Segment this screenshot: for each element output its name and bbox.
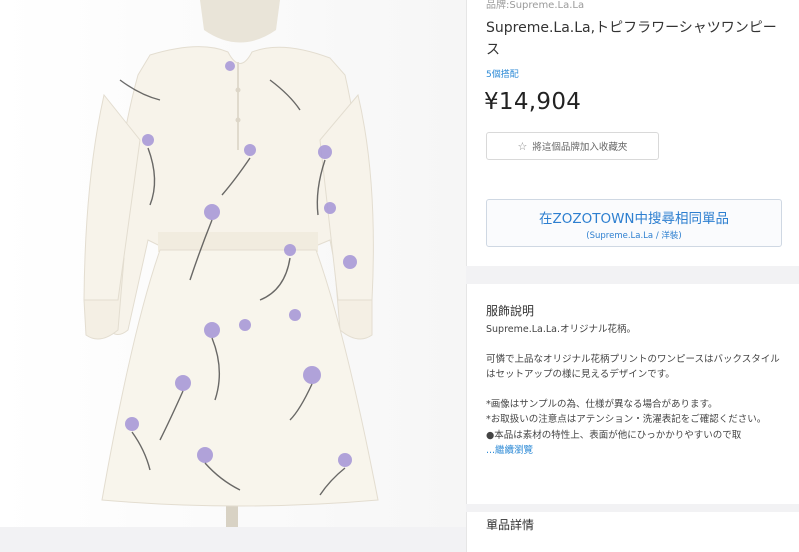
coordinate-link[interactable]: 5個搭配 <box>486 67 519 80</box>
description-body: Supreme.La.La.オリジナル花柄。 可憐で上品なオリジナル花柄プリント… <box>486 322 786 459</box>
product-summary-card: 品牌:Supreme.La.La Supreme.La.La,トピフラワーシャツ… <box>466 0 799 266</box>
favorite-brand-button[interactable]: ☆ 將這個品牌加入收藏夾 <box>486 132 659 160</box>
dress-illustration <box>0 0 466 527</box>
description-note: *画像はサンプルの為、仕様が異なる場合があります。 <box>486 398 718 410</box>
description-note: *お取扱いの注意点はアテンション・洗濯表記をご確認ください。 <box>486 414 767 425</box>
search-same-item-label: 在ZOZOTOWN中搜尋相同單品 <box>538 211 730 227</box>
star-icon: ☆ <box>517 139 528 153</box>
product-info-panel: 品牌:Supreme.La.La Supreme.La.La,トピフラワーシャツ… <box>466 0 799 552</box>
detail-title: 單品詳情 <box>486 518 535 532</box>
favorite-brand-label: 將這個品牌加入收藏夾 <box>532 142 628 153</box>
search-same-item-sublabel: (Supreme.La.La / 洋裝) <box>586 231 682 241</box>
price: ¥14,904 <box>484 89 582 115</box>
description-note: ●本品は素材の特性上、表面が他にひっかかりやすいので取 <box>486 429 742 441</box>
brand-line[interactable]: 品牌:Supreme.La.La <box>486 0 584 11</box>
detail-card: 單品詳情 <box>466 512 799 552</box>
description-line: Supreme.La.La.オリジナル花柄。 <box>486 324 637 335</box>
search-same-item-button[interactable]: 在ZOZOTOWN中搜尋相同單品 (Supreme.La.La / 洋裝) <box>486 199 782 247</box>
description-title: 服飾說明 <box>486 304 535 318</box>
description-card: 服飾說明 Supreme.La.La.オリジナル花柄。 可憐で上品なオリジナル花… <box>466 284 799 504</box>
read-more-link[interactable]: ...繼續瀏覽 <box>486 445 533 456</box>
description-line: 可憐で上品なオリジナル花柄プリントのワンピースはバックスタイルはセットアップの様… <box>486 353 780 381</box>
product-title: Supreme.La.La,トピフラワーシャツワンピース <box>486 20 777 58</box>
product-image[interactable] <box>0 0 466 527</box>
